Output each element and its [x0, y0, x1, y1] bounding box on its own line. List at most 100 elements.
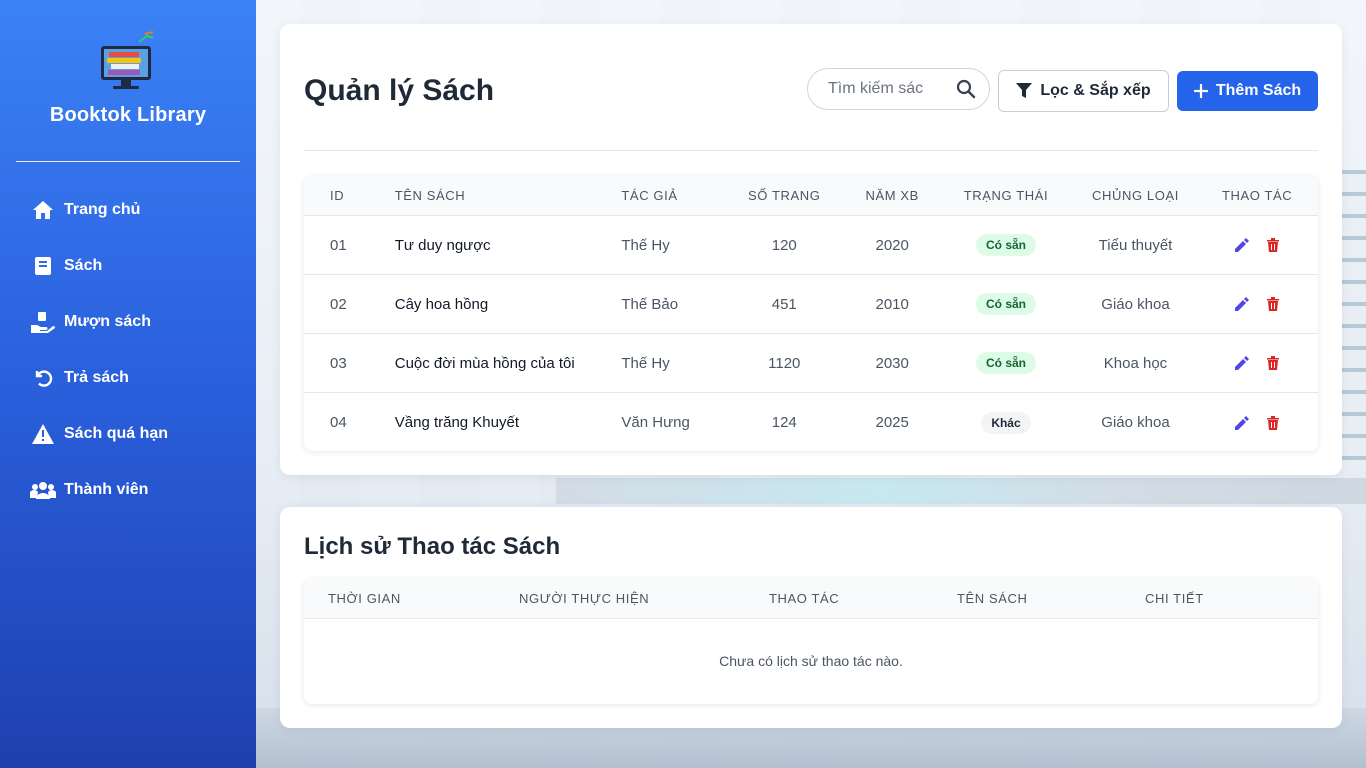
brand: Booktok Library — [0, 0, 256, 127]
sidebar-item-label: Mượn sách — [64, 313, 151, 330]
status-badge: Có sẵn — [975, 293, 1036, 315]
edit-icon[interactable] — [1235, 415, 1250, 430]
undo-icon — [30, 367, 56, 389]
status-badge: Có sẵn — [975, 234, 1036, 256]
cell-pages: 1120 — [768, 354, 801, 372]
table-row: 02 Cây hoa hồng Thế Bảo 451 2010 Có sẵn … — [304, 275, 1318, 334]
book-icon — [30, 255, 56, 277]
column-header-name[interactable]: TÊN SÁCH — [395, 188, 622, 203]
filter-sort-button[interactable]: Lọc & Sắp xếp — [998, 70, 1169, 112]
cell-actions — [1196, 297, 1318, 311]
sidebar-item-label: Thành viên — [64, 481, 149, 498]
cell-pages: 451 — [771, 295, 797, 313]
cell-year: 2030 — [875, 354, 909, 372]
cell-type: Giáo khoa — [1101, 414, 1170, 431]
column-header-time: THỜI GIAN — [328, 591, 401, 606]
cell-author: Thế Bảo — [621, 295, 679, 313]
delete-icon[interactable] — [1267, 297, 1280, 311]
header-divider — [304, 150, 1318, 151]
cell-actions — [1196, 415, 1318, 430]
cell-name: Vầng trăng Khuyết — [394, 414, 520, 431]
edit-icon[interactable] — [1235, 297, 1250, 311]
cell-year: 2010 — [875, 295, 909, 313]
sidebar-item-label: Sách quá hạn — [64, 425, 169, 442]
cell-id: 04 — [330, 414, 347, 431]
edit-icon[interactable] — [1235, 356, 1250, 370]
sidebar-item-home[interactable]: Trang chủ — [0, 182, 256, 238]
cell-name: Tư duy ngược — [394, 236, 491, 254]
sidebar-item-members[interactable]: Thành viên — [0, 462, 256, 518]
column-header-id[interactable]: ID — [304, 188, 395, 203]
books-table: ID TÊN SÁCH TÁC GIẢ SỐ TRANG NĂM XB TRẠN… — [304, 176, 1318, 451]
column-header-type[interactable]: CHỦNG LOẠI — [1075, 188, 1197, 203]
search-icon[interactable] — [955, 78, 977, 100]
add-book-button[interactable]: Thêm Sách — [1177, 71, 1318, 111]
history-title: Lịch sử Thao tác Sách — [304, 533, 561, 560]
delete-icon[interactable] — [1267, 238, 1280, 252]
column-header-user: NGƯỜI THỰC HIỆN — [519, 591, 650, 606]
users-icon — [30, 479, 56, 501]
sidebar-nav: Trang chủ Sách Mượn sách Trả sách Sách q… — [0, 182, 256, 518]
cell-status: Có sẵn — [937, 352, 1074, 374]
edit-icon[interactable] — [1235, 238, 1250, 252]
cell-name: Cuộc đời mùa hồng của tôi — [394, 354, 575, 372]
cell-type: Tiểu thuyết — [1098, 236, 1173, 254]
bookshelf-decoration — [1342, 170, 1366, 470]
cell-type: Khoa học — [1103, 354, 1168, 372]
cell-name: Cây hoa hồng — [394, 295, 489, 313]
sidebar-item-label: Sách — [64, 257, 103, 274]
sidebar: Booktok Library Trang chủ Sách Mượn sách — [0, 0, 256, 768]
column-header-status[interactable]: TRẠNG THÁI — [937, 188, 1074, 203]
column-header-author[interactable]: TÁC GIẢ — [621, 188, 721, 203]
history-table-header: THỜI GIAN NGƯỜI THỰC HIỆN THAO TÁC TÊN S… — [304, 579, 1318, 619]
search-input[interactable] — [828, 80, 938, 98]
cell-id: 01 — [330, 236, 347, 254]
history-table: THỜI GIAN NGƯỜI THỰC HIỆN THAO TÁC TÊN S… — [304, 579, 1318, 704]
filter-icon — [1016, 83, 1033, 99]
history-empty-message: Chưa có lịch sử thao tác nào. — [719, 653, 903, 669]
sidebar-divider — [16, 161, 240, 162]
books-table-header: ID TÊN SÁCH TÁC GIẢ SỐ TRANG NĂM XB TRẠN… — [304, 176, 1318, 216]
library-logo-icon — [95, 30, 161, 96]
cell-author: Thế Hy — [621, 354, 670, 372]
cell-actions — [1196, 356, 1318, 370]
hand-book-icon — [30, 311, 56, 333]
warning-icon — [30, 423, 56, 445]
column-header-book-name: TÊN SÁCH — [957, 591, 1028, 606]
cell-pages: 124 — [771, 414, 797, 431]
cell-actions — [1196, 238, 1318, 252]
plus-icon — [1193, 84, 1208, 98]
brand-name: Booktok Library — [49, 104, 207, 126]
cell-id: 03 — [330, 354, 347, 372]
status-badge: Có sẵn — [975, 352, 1036, 374]
search-box[interactable] — [807, 68, 990, 110]
column-header-pages[interactable]: SỐ TRANG — [721, 188, 847, 203]
sidebar-item-label: Trang chủ — [64, 201, 141, 218]
history-card: Lịch sử Thao tác Sách THỜI GIAN NGƯỜI TH… — [280, 507, 1342, 728]
add-book-label: Thêm Sách — [1215, 82, 1302, 99]
cell-pages: 120 — [771, 236, 797, 254]
column-header-year[interactable]: NĂM XB — [847, 188, 937, 203]
desk-decoration — [556, 478, 1366, 504]
column-header-actions: THAO TÁC — [1222, 188, 1293, 203]
cell-status: Khác — [937, 411, 1074, 434]
cell-year: 2025 — [875, 414, 909, 431]
page-title: Quản lý Sách — [304, 74, 495, 107]
sidebar-item-borrow[interactable]: Mượn sách — [0, 294, 256, 350]
table-row: 04 Vầng trăng Khuyết Văn Hưng 124 2025 K… — [304, 393, 1318, 451]
books-management-card: Quản lý Sách Lọc & Sắp xếp Thêm Sách ID … — [280, 24, 1342, 475]
sidebar-item-return[interactable]: Trả sách — [0, 350, 256, 406]
cell-type: Giáo khoa — [1101, 295, 1170, 313]
column-header-action: THAO TÁC — [769, 591, 840, 606]
cell-status: Có sẵn — [937, 293, 1074, 315]
delete-icon[interactable] — [1267, 356, 1280, 370]
sidebar-item-overdue[interactable]: Sách quá hạn — [0, 406, 256, 462]
cell-author: Văn Hưng — [621, 414, 690, 431]
cell-year: 2020 — [875, 236, 909, 254]
home-icon — [30, 199, 56, 221]
cell-author: Thế Hy — [621, 236, 670, 254]
delete-icon[interactable] — [1267, 415, 1280, 430]
sidebar-item-label: Trả sách — [64, 369, 129, 386]
cell-status: Có sẵn — [937, 234, 1074, 256]
sidebar-item-books[interactable]: Sách — [0, 238, 256, 294]
